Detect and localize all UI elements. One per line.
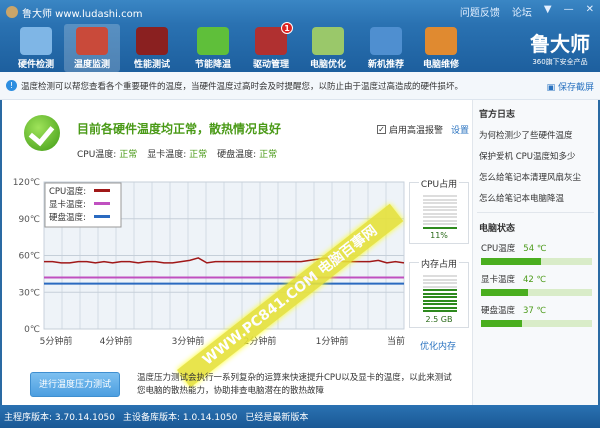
legend-swatch	[94, 189, 110, 192]
status-summary: CPU温度: 正常 显卡温度: 正常 硬盘温度: 正常	[77, 150, 278, 160]
log-link[interactable]: 保护爱机 CPU温度知多少	[479, 150, 598, 162]
house-icon	[425, 27, 457, 55]
usage-bar-segment	[423, 296, 457, 298]
x-tick-label: 3分钟前	[172, 335, 205, 347]
state-item: CPU温度 54 ℃	[481, 242, 592, 265]
x-tick-label: 1分钟前	[316, 335, 349, 347]
forum-link[interactable]: 论坛	[512, 4, 532, 19]
log-link[interactable]: 为何检测少了些硬件温度	[479, 129, 598, 141]
state-item: 显卡温度 42 ℃	[481, 273, 592, 296]
feedback-link[interactable]: 问题反馈	[460, 4, 500, 19]
usage-bar-segment	[423, 278, 457, 281]
usage-bar-segment	[423, 223, 457, 225]
temp-progress-bar	[481, 320, 592, 327]
x-tick-label: 5分钟前	[40, 335, 73, 347]
check-ok-icon	[24, 115, 60, 151]
info-icon: !	[6, 80, 17, 91]
stress-test-description: 温度压力测试会执行一系列复杂的运算来快速提升CPU以及显卡的温度，以此来测试您电…	[137, 373, 452, 396]
stress-test-button[interactable]: 进行温度压力测试	[30, 372, 120, 397]
db-version: 主设备库版本: 1.0.14.1050	[123, 413, 238, 423]
y-tick-label: 30℃	[18, 288, 40, 298]
usage-bar-segment	[423, 195, 457, 197]
usage-bar-segment	[423, 209, 457, 211]
cpu-usage-gauge: CPU占用 11%	[409, 180, 469, 244]
usage-bar-segment	[423, 299, 457, 302]
usage-bar-segment	[423, 285, 457, 288]
usage-bar-segment	[423, 219, 457, 222]
temperature-panel: 目前各硬件温度均正常，散热情况良好 CPU温度: 正常 显卡温度: 正常 硬盘温…	[0, 100, 472, 405]
settings-link[interactable]: 设置	[451, 123, 469, 136]
toolbar-monitor-wand[interactable]: 电脑优化	[300, 24, 356, 72]
main-version: 主程序版本: 3.70.14.1050	[4, 413, 116, 423]
toolbar-monitor-medal[interactable]: 新机推荐	[358, 24, 414, 72]
save-screenshot-button[interactable]: ▣ 保存截屏	[547, 80, 594, 93]
toolbar-house[interactable]: 电脑维修	[413, 24, 469, 72]
log-link[interactable]: 怎么给笔记本电脑降温	[479, 192, 598, 204]
toolbar-clover[interactable]: 节能降温	[185, 24, 241, 72]
brand-logo: 鲁大师 360旗下安全产品	[530, 32, 590, 66]
notice-bar: ! 温度检测可以帮您查看各个重要硬件的温度，当硬件温度过高时会及时提醒您，以防止…	[0, 72, 600, 100]
state-title: 电脑状态	[479, 224, 516, 234]
usage-bar-segment	[423, 310, 457, 312]
monitor-medal-icon	[370, 27, 402, 55]
monitor-magnifier-icon	[20, 27, 52, 55]
y-tick-label: 60℃	[18, 252, 40, 262]
usage-bar-segment	[423, 289, 457, 291]
state-item: 硬盘温度 37 ℃	[481, 304, 592, 327]
y-tick-label: 120℃	[13, 178, 40, 188]
minimize-icon[interactable]: —	[564, 4, 574, 19]
usage-bar-segment	[423, 292, 457, 295]
legend-label: CPU温度:	[49, 186, 86, 197]
title-bar: 鲁大师 www.ludashi.com 问题反馈 论坛 ▼ — ✕	[0, 0, 600, 24]
x-tick-label: 当前	[387, 335, 405, 347]
usage-bar-segment	[423, 205, 457, 208]
usage-bar-segment	[423, 226, 457, 229]
log-link[interactable]: 怎么给笔记本清理风扇灰尘	[479, 171, 598, 183]
toolbar-monitor-magnifier[interactable]: 硬件检测	[8, 24, 64, 72]
usage-bar-segment	[423, 202, 457, 204]
y-tick-label: 0℃	[24, 325, 40, 335]
legend-swatch	[94, 202, 110, 205]
toolbar-speedometer[interactable]: 性能测试	[124, 24, 180, 72]
monitor-wand-icon	[312, 27, 344, 55]
y-tick-label: 90℃	[18, 215, 40, 225]
status-bar: 主程序版本: 3.70.14.1050 主设备库版本: 1.0.14.1050 …	[0, 405, 600, 428]
usage-bar-segment	[423, 306, 457, 309]
legend-label: 显卡温度:	[49, 199, 86, 210]
clover-icon	[197, 27, 229, 55]
legend-label: 硬盘温度:	[49, 212, 86, 223]
speedometer-icon	[136, 27, 168, 55]
optimize-memory-link[interactable]: 优化内存	[420, 339, 456, 352]
legend-swatch	[94, 215, 110, 218]
thermometer-icon	[76, 27, 108, 55]
usage-bar-segment	[423, 216, 457, 218]
toolbar-thermometer[interactable]: 温度监测	[64, 24, 120, 72]
usage-bar-segment	[423, 198, 457, 201]
usage-bar-segment	[423, 282, 457, 284]
usage-bar-segment	[423, 212, 457, 215]
log-title: 官方日志	[479, 110, 516, 120]
close-icon[interactable]: ✕	[586, 4, 594, 19]
high-temp-alarm: ✓ 启用高温报警 设置	[377, 123, 470, 136]
main-toolbar: 鲁大师 360旗下安全产品 硬件检测 温度监测 性能测试 节能降温 驱动管理 1 电脑优化新…	[0, 22, 600, 72]
app-logo-icon	[6, 6, 18, 18]
right-sidebar: 官方日志 为何检测少了些硬件温度 保护爱机 CPU温度知多少 怎么给笔记本清理风…	[472, 100, 600, 405]
temp-progress-bar	[481, 258, 592, 265]
status-headline: 目前各硬件温度均正常，散热情况良好	[77, 122, 282, 136]
notice-text: 温度检测可以帮您查看各个重要硬件的温度，当硬件温度过高时会及时提醒您，以防止由于…	[21, 81, 464, 92]
usage-bar-segment	[423, 275, 457, 277]
temp-progress-bar	[481, 289, 592, 296]
notification-badge: 1	[281, 22, 293, 34]
toolbar-toolbox[interactable]: 驱动管理 1	[243, 22, 299, 72]
alarm-checkbox[interactable]: ✓	[377, 125, 386, 134]
update-status: 已经是最新版本	[245, 413, 309, 423]
menu-icon[interactable]: ▼	[544, 4, 552, 19]
memory-usage-gauge: 内存占用 2.5 GB	[409, 260, 469, 328]
usage-bar-segment	[423, 303, 457, 305]
window-title: 鲁大师 www.ludashi.com	[22, 8, 143, 20]
x-tick-label: 4分钟前	[100, 335, 133, 347]
